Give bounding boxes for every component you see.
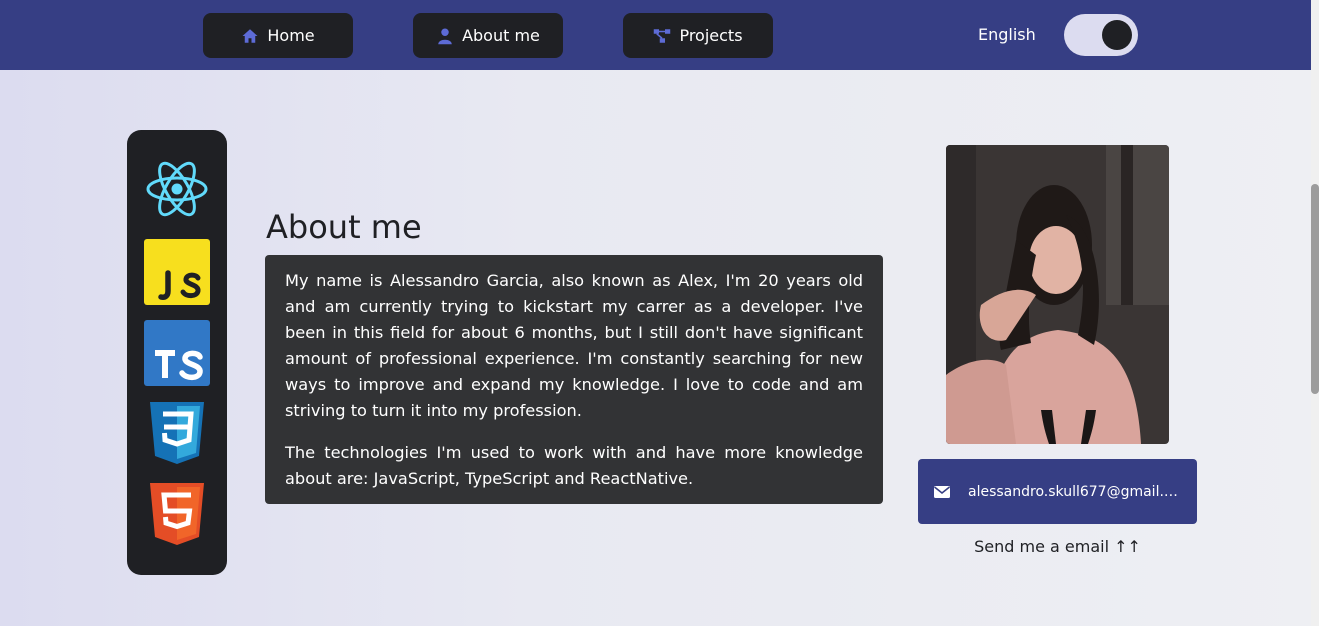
home-icon	[242, 28, 258, 43]
scrollbar-thumb[interactable]	[1311, 184, 1319, 394]
about-description: My name is Alessandro Garcia, also known…	[265, 255, 883, 504]
language-label: English	[978, 25, 1036, 44]
user-icon	[438, 28, 452, 44]
projects-icon	[654, 28, 671, 43]
about-paragraph-1: My name is Alessandro Garcia, also known…	[285, 271, 863, 420]
typescript-icon	[144, 320, 210, 386]
html5-icon	[150, 483, 204, 545]
send-email-caption: Send me a email ↑↑	[974, 537, 1141, 556]
react-icon	[146, 161, 208, 217]
language-toggle[interactable]	[1064, 14, 1138, 56]
about-title: About me	[266, 208, 422, 246]
css3-icon	[150, 402, 204, 464]
mail-icon	[934, 485, 950, 498]
tech-stack-sidebar	[127, 130, 227, 575]
nav-home-label: Home	[267, 26, 315, 45]
email-address: alessandro.skull677@gmail.com	[968, 483, 1178, 500]
nav-projects-label: Projects	[679, 26, 743, 45]
email-button[interactable]: alessandro.skull677@gmail.com	[918, 459, 1197, 524]
nav-projects-button[interactable]: Projects	[623, 13, 773, 58]
nav-about-button[interactable]: About me	[413, 13, 563, 58]
about-paragraph-2: The technologies I'm used to work with a…	[285, 443, 863, 488]
top-navbar: Home About me Projects English	[0, 0, 1311, 70]
nav-home-button[interactable]: Home	[203, 13, 353, 58]
profile-photo	[946, 145, 1169, 444]
nav-about-label: About me	[462, 26, 540, 45]
javascript-icon	[144, 239, 210, 305]
toggle-knob	[1102, 20, 1132, 50]
